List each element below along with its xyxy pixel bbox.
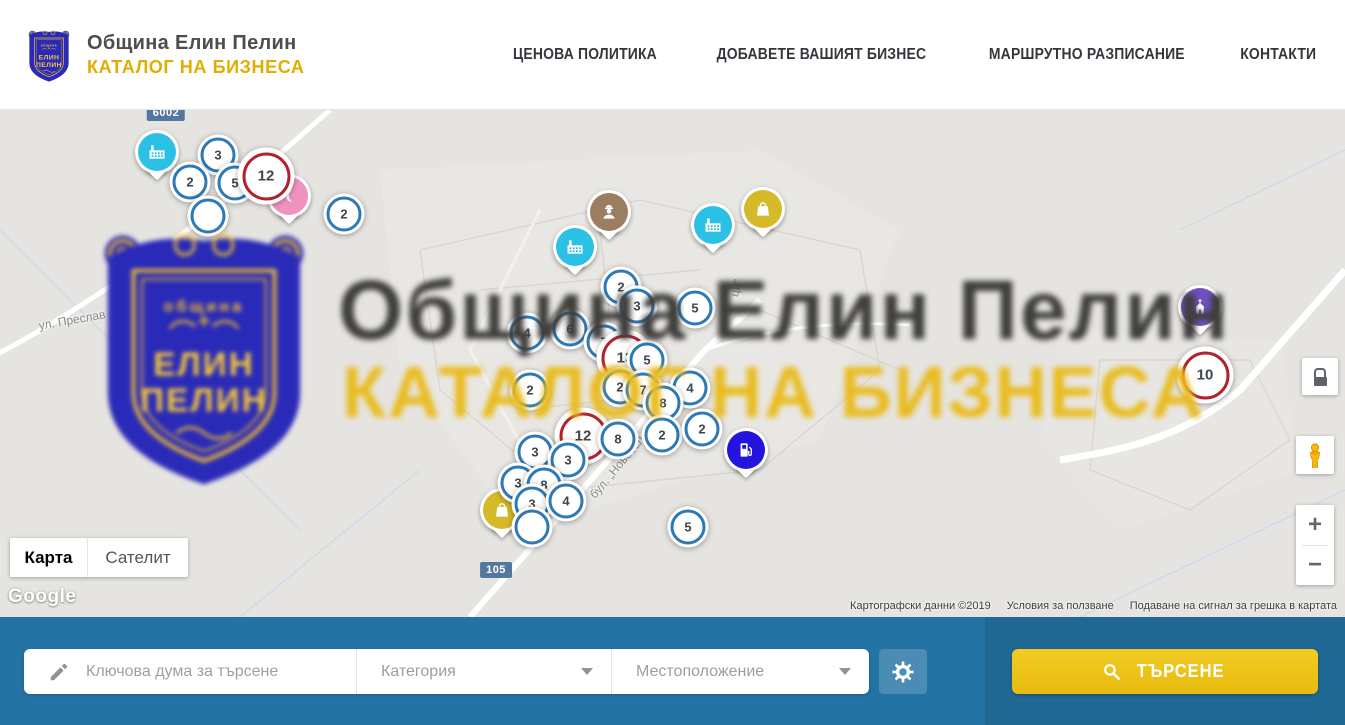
zoom-out-button[interactable]: − — [1296, 546, 1334, 586]
map-type-control: Карта Сателит — [10, 538, 188, 577]
zoom-control: + − — [1296, 505, 1334, 585]
map-marker-cluster[interactable]: 2 — [510, 370, 551, 411]
search-filters-group: Категория Местоположение — [24, 649, 869, 694]
gear-icon — [891, 660, 915, 684]
nav-item-contacts[interactable]: КОНТАКТИ — [1236, 46, 1320, 64]
pegman-icon — [1302, 441, 1328, 469]
cluster-count: 8 — [601, 422, 636, 457]
site-subtitle: КАТАЛОГ НА БИЗНЕСА — [87, 57, 305, 78]
nav-item-add-business[interactable]: ДОБАВЕТЕ ВАШИЯТ БИЗНЕС — [705, 46, 938, 64]
map-marker-cluster[interactable]: 2 — [642, 415, 683, 456]
map-attribution: Картографски данни ©2019 Условия за полз… — [850, 600, 1337, 612]
svg-text:община: община — [41, 43, 58, 47]
terms-link[interactable]: Условия за ползване — [1007, 600, 1114, 612]
chevron-down-icon — [839, 668, 851, 675]
map-type-satellite-button[interactable]: Сателит — [88, 538, 188, 577]
google-logo[interactable]: Google — [8, 586, 76, 608]
map-marker-cluster[interactable]: 2 — [682, 409, 723, 450]
location-select[interactable]: Местоположение — [611, 649, 869, 694]
svg-text:ЕЛИН: ЕЛИН — [39, 54, 60, 61]
map-marker-cluster[interactable]: 12 — [238, 148, 295, 205]
cluster-count: 5 — [671, 510, 706, 545]
chevron-down-icon — [581, 668, 593, 675]
map-marker-cluster[interactable]: 4 — [507, 313, 548, 354]
map-marker-cluster[interactable] — [188, 196, 229, 237]
municipality-crest-icon: община ЕЛИН ПЕЛИН — [25, 26, 73, 84]
cluster-count: 4 — [510, 316, 545, 351]
map-marker-cluster[interactable]: 5 — [668, 507, 709, 548]
brand-logo[interactable]: община ЕЛИН ПЕЛИН Община Елин Пелин КАТА… — [25, 26, 305, 84]
cluster-count: 2 — [173, 165, 208, 200]
attribution-copyright: Картографски данни ©2019 — [850, 600, 991, 612]
map-marker-cluster[interactable]: 10 — [1177, 347, 1234, 404]
lock-button[interactable] — [1302, 358, 1338, 395]
zoom-in-button[interactable]: + — [1296, 505, 1334, 545]
map-marker-cluster[interactable]: 8 — [598, 419, 639, 460]
cluster-count: 2 — [513, 373, 548, 408]
cluster-count: 2 — [685, 412, 720, 447]
main-nav: ЦЕНОВА ПОЛИТИКА ДОБАВЕТЕ ВАШИЯТ БИЗНЕС М… — [505, 46, 1320, 64]
cluster-count: 5 — [678, 291, 713, 326]
nav-item-pricing[interactable]: ЦЕНОВА ПОЛИТИКА — [505, 46, 665, 64]
cluster-count — [515, 510, 550, 545]
map-canvas[interactable]: 6002105ул. Преславбул. „Новоселци“ 32512… — [0, 110, 1345, 617]
pencil-icon — [48, 661, 70, 683]
cluster-count: 6 — [553, 312, 588, 347]
site-title: Община Елин Пелин — [87, 32, 305, 55]
cluster-count: 10 — [1181, 351, 1229, 399]
cluster-count: 12 — [242, 152, 290, 200]
map-marker-cluster[interactable]: 2 — [324, 194, 365, 235]
nav-item-schedule[interactable]: МАРШРУТНО РАЗПИСАНИЕ — [978, 46, 1196, 64]
search-button[interactable]: ТЪРСЕНЕ — [1012, 649, 1318, 694]
map-clusters-layer: 3251222354671352274822128333834510 — [0, 110, 1345, 617]
header: община ЕЛИН ПЕЛИН Община Елин Пелин КАТА… — [0, 0, 1345, 110]
street-view-pegman-button[interactable] — [1296, 436, 1334, 474]
cluster-count — [191, 199, 226, 234]
map-marker-cluster[interactable] — [512, 507, 553, 548]
category-select[interactable]: Категория — [356, 649, 611, 694]
page: община ЕЛИН ПЕЛИН Община Елин Пелин КАТА… — [0, 0, 1345, 725]
search-bar: ТЪРСЕНЕ Категория Местоположение — [0, 617, 1345, 725]
search-icon — [1102, 662, 1121, 681]
lock-icon — [1314, 368, 1326, 377]
cluster-count: 2 — [645, 418, 680, 453]
keyword-input[interactable] — [84, 662, 338, 682]
map-marker-cluster[interactable]: 3 — [617, 286, 658, 327]
map-type-map-button[interactable]: Карта — [10, 538, 88, 577]
cluster-count: 3 — [620, 289, 655, 324]
cluster-count: 4 — [549, 484, 584, 519]
cluster-count: 2 — [327, 197, 362, 232]
search-bar-right-panel: ТЪРСЕНЕ — [985, 617, 1345, 725]
svg-text:ПЕЛИН: ПЕЛИН — [36, 61, 62, 68]
map-marker-cluster[interactable]: 5 — [675, 288, 716, 329]
map-marker-cluster[interactable]: 4 — [546, 481, 587, 522]
keyword-field — [24, 649, 356, 694]
settings-button[interactable] — [879, 649, 927, 694]
report-map-error-link[interactable]: Подаване на сигнал за грешка в картата — [1130, 600, 1337, 612]
